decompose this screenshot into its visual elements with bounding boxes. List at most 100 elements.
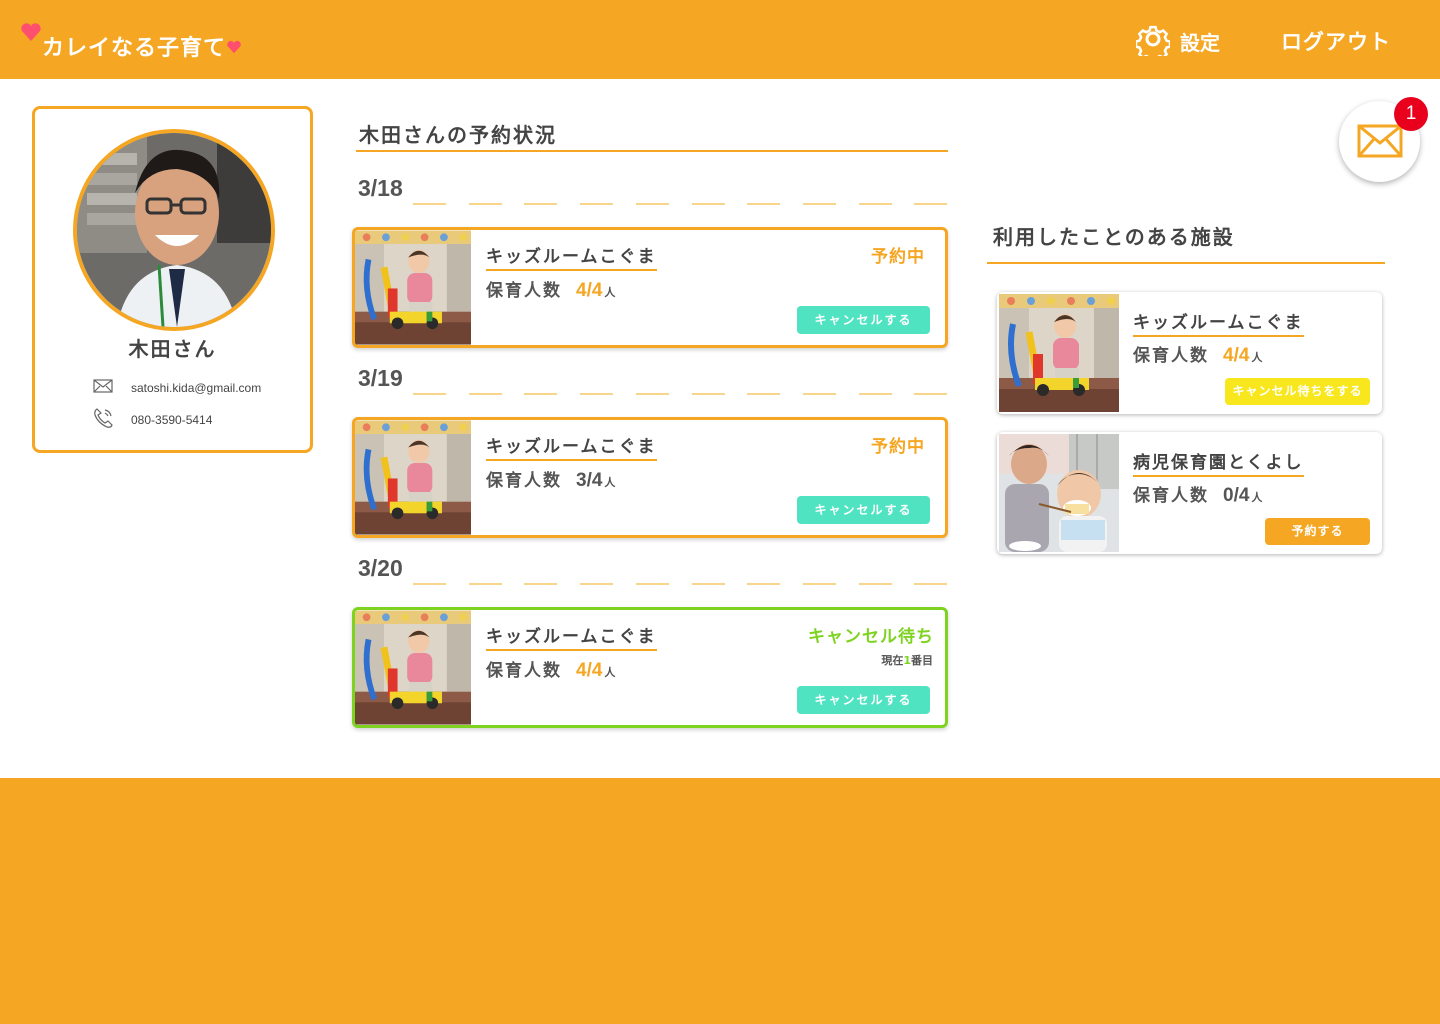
capacity-unit: 人: [604, 666, 618, 679]
date-divider: [580, 393, 613, 395]
date-divider: [914, 583, 947, 585]
date-divider: [580, 203, 613, 205]
facilities-title: 利用したことのある施設: [987, 221, 1385, 264]
date-divider: [524, 393, 557, 395]
status-badge: キャンセル待ち: [808, 627, 934, 647]
capacity-label: 保育人数: [486, 661, 562, 681]
date-label: 3/20: [358, 555, 403, 581]
reservation-card[interactable]: キッズルームこぐま 保育人数 4/4 人 予約中 キャンセルする: [352, 227, 948, 348]
date-divider: [803, 203, 836, 205]
date-header: 3/18: [356, 175, 948, 205]
cancel-button[interactable]: キャンセルする: [797, 306, 930, 334]
date-divider: [469, 203, 502, 205]
capacity-label: 保育人数: [486, 471, 562, 491]
date-label: 3/18: [358, 175, 403, 201]
date-divider: [692, 393, 725, 395]
facility-photo: [999, 434, 1119, 552]
heart-icon: [226, 40, 242, 54]
date-divider: [413, 203, 446, 205]
status-badge: 予約中: [871, 247, 925, 267]
app-logo[interactable]: カレイなる子育て: [20, 22, 242, 61]
footer: [0, 778, 1440, 1024]
date-divider: [914, 393, 947, 395]
date-divider: [469, 583, 502, 585]
facility-photo: [355, 230, 471, 345]
queue-number: 1: [903, 654, 911, 667]
capacity-unit: 人: [604, 476, 618, 489]
facility-name[interactable]: 病児保育園とくよし: [1133, 448, 1304, 477]
capacity-value: 0/4: [1223, 485, 1250, 506]
profile-card: 木田さん satoshi.kida@gmail.com 080-3590-541…: [32, 106, 313, 453]
date-divider: [803, 393, 836, 395]
header: カレイなる子育て 設定 ログアウト: [0, 0, 1440, 79]
date-header: 3/19: [356, 365, 948, 395]
profile-email[interactable]: satoshi.kida@gmail.com: [131, 381, 261, 395]
facility-card[interactable]: キッズルームこぐま 保育人数 4/4 人 キャンセル待ちをする: [997, 292, 1382, 414]
facility-photo: [355, 610, 471, 725]
phone-row: 080-3590-5414: [93, 407, 212, 432]
facility-name[interactable]: キッズルームこぐま: [486, 622, 657, 651]
queue-prefix: 現在: [881, 654, 904, 667]
cancel-button[interactable]: キャンセルする: [797, 686, 930, 714]
capacity-value: 4/4: [576, 280, 603, 301]
capacity-unit: 人: [604, 286, 618, 299]
gear-icon: [1134, 22, 1172, 63]
date-divider: [580, 583, 613, 585]
date-divider: [747, 393, 780, 395]
reservations-title: 木田さんの予約状況: [356, 119, 948, 152]
capacity-unit: 人: [1251, 351, 1265, 364]
notification-badge: 1: [1394, 97, 1428, 131]
heart-icon: [20, 22, 42, 42]
mail-icon: [93, 379, 113, 396]
capacity-label: 保育人数: [1133, 346, 1209, 366]
date-header: 3/20: [356, 555, 948, 585]
date-divider: [413, 393, 446, 395]
capacity-info: 保育人数 4/4 人: [486, 276, 617, 302]
facility-name[interactable]: キッズルームこぐま: [1133, 308, 1304, 337]
capacity-value: 3/4: [576, 470, 603, 491]
queue-position: 現在1番目: [881, 652, 933, 668]
capacity-label: 保育人数: [1133, 486, 1209, 506]
date-divider: [859, 203, 892, 205]
facility-card[interactable]: 病児保育園とくよし 保育人数 0/4 人 予約する: [997, 432, 1382, 554]
date-divider: [914, 203, 947, 205]
date-divider: [636, 583, 669, 585]
date-divider: [803, 583, 836, 585]
cancel-button[interactable]: キャンセルする: [797, 496, 930, 524]
capacity-unit: 人: [1251, 491, 1265, 504]
date-divider: [859, 583, 892, 585]
date-divider: [692, 583, 725, 585]
date-divider: [636, 393, 669, 395]
reservation-card[interactable]: キッズルームこぐま 保育人数 4/4 人 キャンセル待ち 現在1番目 キャンセル…: [352, 607, 948, 728]
capacity-label: 保育人数: [486, 281, 562, 301]
capacity-info: 保育人数 3/4 人: [486, 466, 617, 492]
status-badge: 予約中: [871, 437, 925, 457]
profile-name: 木田さん: [128, 337, 217, 361]
app-logo-text: カレイなる子育て: [42, 36, 227, 61]
facility-name[interactable]: キッズルームこぐま: [486, 432, 657, 461]
waitlist-button[interactable]: キャンセル待ちをする: [1225, 378, 1370, 405]
date-divider: [469, 393, 502, 395]
date-divider: [747, 583, 780, 585]
date-divider: [524, 583, 557, 585]
date-divider: [524, 203, 557, 205]
queue-suffix: 番目: [911, 654, 933, 667]
reservation-card[interactable]: キッズルームこぐま 保育人数 3/4 人 予約中 キャンセルする: [352, 417, 948, 538]
logout-link[interactable]: ログアウト: [1281, 26, 1391, 56]
date-divider: [747, 203, 780, 205]
capacity-info: 保育人数 4/4 人: [1133, 341, 1264, 367]
mail-button[interactable]: 1: [1339, 97, 1428, 182]
capacity-info: 保育人数 0/4 人: [1133, 481, 1264, 507]
date-divider: [636, 203, 669, 205]
phone-icon: [93, 407, 113, 432]
main-content: 木田さん satoshi.kida@gmail.com 080-3590-541…: [0, 79, 1440, 778]
settings-link[interactable]: 設定: [1134, 22, 1220, 63]
settings-label: 設定: [1180, 30, 1220, 55]
capacity-value: 4/4: [1223, 345, 1250, 366]
envelope-icon: [1357, 124, 1403, 158]
reserve-button[interactable]: 予約する: [1265, 518, 1370, 545]
date-label: 3/19: [358, 365, 403, 391]
date-divider: [413, 583, 446, 585]
facility-photo: [355, 420, 471, 535]
facility-name[interactable]: キッズルームこぐま: [486, 242, 657, 271]
